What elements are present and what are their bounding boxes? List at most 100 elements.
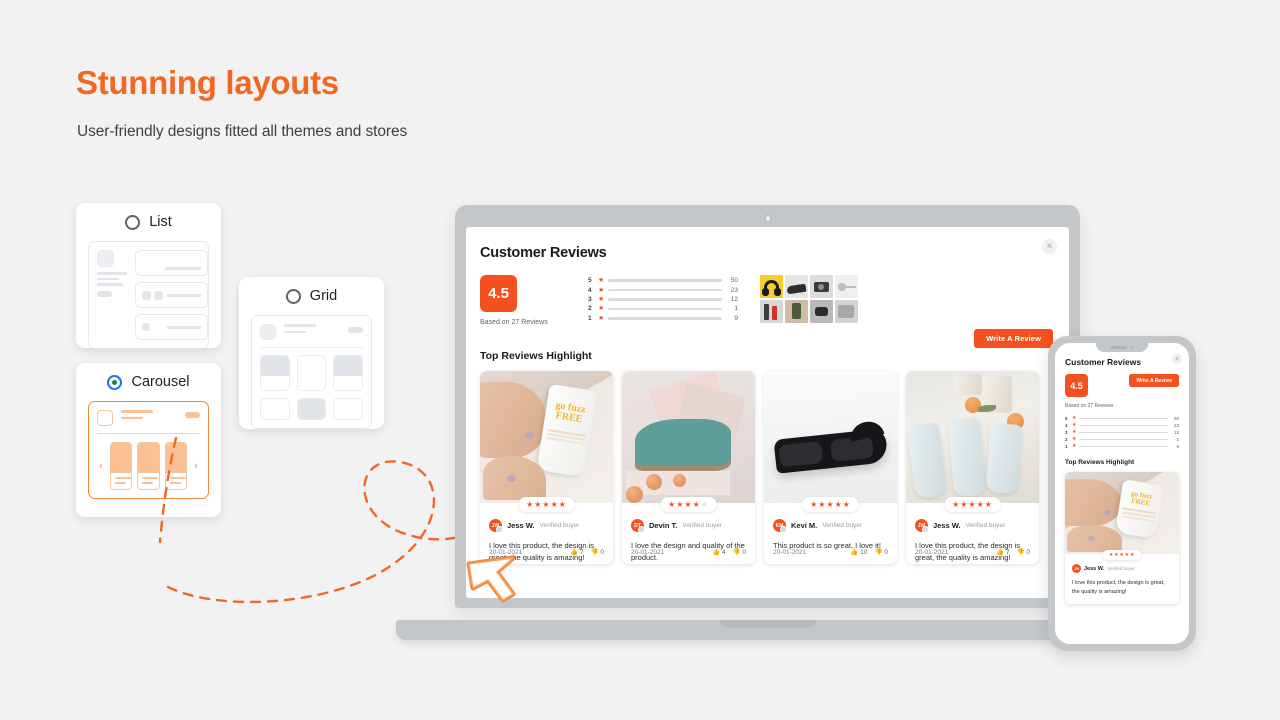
star-icon: ★ [598,295,605,303]
cursor-pointer-icon [466,555,516,603]
product-photo-text: go fuzz FREE [554,399,586,426]
rating-bar-track [608,307,722,311]
rating-stars-value: 2 [588,305,592,313]
average-score: 4.5 [1065,374,1088,397]
grid-preview [251,315,372,429]
product-photo-text: go fuzz FREE [1130,489,1153,508]
based-on-label: Based on 27 Reviews [1065,403,1114,409]
cable-thumb[interactable] [835,275,858,298]
star-icon: ★ [598,286,605,294]
average-score-block: 4.5 Based on 27 Reviews [480,275,566,326]
bottles-photo[interactable]: ★★★★★ [906,371,1039,512]
layout-option-carousel-label: Carousel [131,374,190,390]
lipstick-thumb[interactable] [760,300,783,323]
avatar: JW [489,519,503,533]
based-on-label: Based on 27 Reviews [480,319,548,326]
thumb-up-icon[interactable]: 👍 4 [712,548,726,556]
thumb-up-icon[interactable]: 👍 10 [850,548,867,556]
thumb-down-icon[interactable]: 👎 0 [1016,548,1030,556]
sunglasses-photo[interactable]: ★★★★★ [764,371,897,512]
rating-count: 50 [1173,416,1179,421]
layout-option-grid[interactable]: Grid [239,277,384,429]
reviewer-name: Jess W. [507,521,535,530]
radio-icon-grid[interactable] [285,288,301,304]
laptop-base [396,620,1140,640]
thumb-down-icon[interactable]: 👎 0 [874,548,888,556]
layout-option-carousel-header: Carousel [76,363,221,401]
rating-count: 23 [730,286,738,294]
reviewer-name: Jess W. [1084,565,1105,572]
star-icon: ★ [598,314,605,322]
rating-bar-row: 5 ★ 50 [1065,415,1179,422]
star-icon: ★ [1072,429,1077,435]
thumb-down-icon[interactable]: 👎 0 [590,548,604,556]
vote-controls[interactable]: 👍 4 👎 0 [712,548,746,556]
star-icon: ★ [1072,422,1077,428]
verified-badge: Verified buyer [682,522,723,529]
review-card[interactable]: ★★★★★ KM Kevi M. Verified buyer This pro… [764,371,897,564]
reviews-widget-mobile: × Customer Reviews 4.5 Write A Review Ba… [1055,343,1189,605]
tool-thumb[interactable] [835,300,858,323]
close-icon[interactable]: × [1042,239,1057,254]
rating-stars-value: 5 [588,277,592,285]
review-cards-carousel: go fuzz FREE ★★★★★ JW Jess W. Verified b… [480,371,1053,564]
star-icon: ★ [1072,415,1077,421]
phone-notch [1096,343,1148,352]
cream-tube-photo[interactable]: go fuzz FREE ★★★★★ [1065,472,1179,560]
review-card[interactable]: ★★★★★ JW Jess W. Verified buyer I love t… [906,371,1039,564]
layout-option-list[interactable]: List [76,203,221,349]
rating-count: 1 [1176,437,1179,442]
thumb-up-icon[interactable]: 👍 7 [996,548,1010,556]
laptop-camera-icon [764,215,771,222]
layout-option-list-label: List [149,214,172,230]
bottle-hand-thumb[interactable] [785,300,808,323]
avatar: JW [915,519,929,533]
rating-stars-value: 4 [1065,423,1068,428]
widget-title: Customer Reviews [1065,357,1142,367]
rating-bar-row: 2 ★ 1 [588,304,738,313]
star-icon: ★ [598,277,605,285]
vote-controls[interactable]: 👍 7 👎 0 [570,548,604,556]
star-icon: ★ [598,305,605,313]
verified-badge: Verified buyer [965,522,1006,529]
vote-controls[interactable]: 👍 10 👎 0 [850,548,888,556]
rating-stars-value: 1 [1065,444,1068,449]
write-review-button[interactable]: Write A Review [974,329,1053,348]
carousel-prev-icon[interactable]: ‹ [97,460,105,472]
cream-tube-photo[interactable]: go fuzz FREE ★★★★★ [480,371,613,512]
thumb-up-icon[interactable]: 👍 7 [570,548,584,556]
rating-count: 12 [730,295,738,303]
photo-gallery[interactable] [760,275,858,323]
rating-bar-row: 4 ★ 23 [1065,422,1179,429]
watch-hand-thumb[interactable] [810,300,833,323]
thumb-down-icon[interactable]: 👎 0 [732,548,746,556]
sneaker-thumb[interactable] [785,275,808,298]
headphones-thumb[interactable] [760,275,783,298]
close-icon[interactable]: × [1172,354,1182,364]
vote-controls[interactable]: 👍 7 👎 0 [996,548,1030,556]
rating-bar-track [608,279,722,282]
rating-bar-track [1079,417,1168,420]
top-reviews-title: Top Reviews Highlight [480,350,592,362]
verified-badge: Verified buyer [539,522,580,529]
rating-bar-row: 2 ★ 1 [1065,436,1179,443]
review-card[interactable]: go fuzz FREE ★★★★★ JW Jess W. Verified b… [480,371,613,564]
review-card[interactable]: go fuzz FREE ★★★★★ JW Jess W. Verified b… [1065,472,1179,605]
widget-title: Customer Reviews [480,245,607,261]
page-root: Stunning layouts User-friendly designs f… [0,0,1280,720]
review-card[interactable]: ★★★★★ DT Devin T. Verified buyer I love … [622,371,755,564]
radio-icon-list[interactable] [125,214,141,230]
write-review-button[interactable]: Write A Review [1129,374,1179,387]
layout-option-grid-header: Grid [239,277,384,315]
ratings-summary: 4.5 Based on 27 Reviews 5 ★ 50 4 ★ 23 3 … [480,275,1053,326]
rating-bar-row: 1 ★ 9 [1065,443,1179,450]
rating-count: 9 [1176,444,1179,449]
reviewer-name: Devin T. [649,521,678,530]
radio-icon-carousel[interactable] [107,374,123,390]
list-preview [88,241,209,349]
green-shoe-photo[interactable]: ★★★★★ [622,371,755,512]
rating-bar-row: 5 ★ 50 [588,276,738,285]
review-date: 20-01-2021 [631,548,665,556]
rating-bar-track [608,316,722,320]
camera-thumb[interactable] [810,275,833,298]
